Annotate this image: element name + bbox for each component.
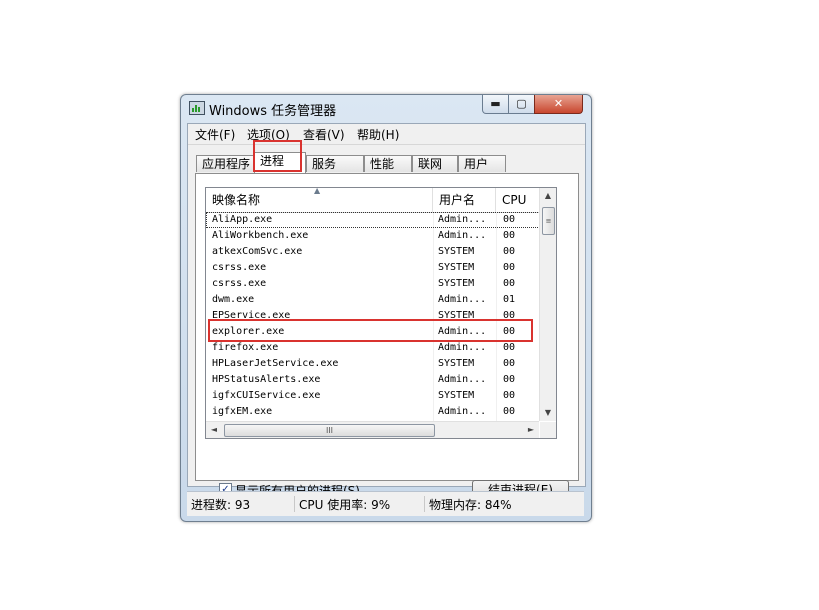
table-row[interactable]: csrss.exe SYSTEM 00 xyxy=(206,276,540,292)
table-row[interactable]: AliWorkbench.exe Admin... 00 xyxy=(206,228,540,244)
process-name-cell: HPLaserJetService.exe xyxy=(212,358,339,369)
process-cpu-cell: 00 xyxy=(503,230,516,241)
table-row[interactable]: atkexComSvc.exe SYSTEM 00 xyxy=(206,244,540,260)
menu-view[interactable]: 查看(V) xyxy=(303,126,345,143)
process-list[interactable]: ▲ 映像名称 用户名 CPU AliApp.exe Admin... 00 AliWo… xyxy=(205,187,557,439)
table-row[interactable]: HPLaserJetService.exe SYSTEM 00 xyxy=(206,356,540,372)
column-cpu[interactable]: CPU xyxy=(496,188,540,212)
process-cpu-cell: 00 xyxy=(503,310,516,321)
status-cpu-usage: CPU 使用率: 9% xyxy=(294,496,390,512)
maximize-button[interactable]: ▢ xyxy=(508,95,535,114)
process-cpu-cell: 00 xyxy=(503,358,516,369)
process-name-cell: csrss.exe xyxy=(212,278,267,289)
table-row[interactable]: HPStatusAlerts.exe Admin... 00 xyxy=(206,372,540,388)
table-row[interactable]: firefox.exe Admin... 00 xyxy=(206,340,540,356)
table-row[interactable]: dwm.exe Admin... 01 xyxy=(206,292,540,308)
tab-services[interactable]: 服务 xyxy=(306,155,364,172)
table-row[interactable]: csrss.exe SYSTEM 00 xyxy=(206,260,540,276)
tab-strip: 应用程序 进程 服务 性能 联网 用户 xyxy=(196,152,585,174)
close-button[interactable]: ✕ xyxy=(534,95,583,114)
process-cpu-cell: 00 xyxy=(503,374,516,385)
status-memory-usage: 物理内存: 84% xyxy=(424,496,512,512)
scroll-down-icon[interactable]: ▼ xyxy=(540,405,556,421)
process-user-cell: Admin... xyxy=(438,294,487,305)
task-manager-icon xyxy=(189,101,205,115)
process-user-cell: Admin... xyxy=(438,214,487,225)
scroll-up-icon[interactable]: ▲ xyxy=(540,188,556,204)
process-name-cell: csrss.exe xyxy=(212,262,267,273)
process-name-cell: HPStatusAlerts.exe xyxy=(212,374,321,385)
vertical-scrollbar[interactable]: ▲ ≡ ▼ xyxy=(539,188,556,421)
table-row[interactable]: igfxCUIService.exe SYSTEM 00 xyxy=(206,388,540,404)
menu-help[interactable]: 帮助(H) xyxy=(357,126,399,143)
table-row[interactable]: explorer.exe Admin... 00 xyxy=(206,324,540,340)
process-user-cell: SYSTEM xyxy=(438,358,475,369)
column-image-name[interactable]: ▲ 映像名称 xyxy=(206,188,433,212)
process-name-cell: igfxCUIService.exe xyxy=(212,390,321,401)
process-user-cell: SYSTEM xyxy=(438,390,475,401)
process-name-cell: igfxEM.exe xyxy=(212,406,273,417)
window-title: Windows 任务管理器 xyxy=(209,104,337,119)
horizontal-scrollbar[interactable]: ◄ III ► xyxy=(206,421,539,438)
scroll-left-icon[interactable]: ◄ xyxy=(206,422,222,438)
process-cpu-cell: 00 xyxy=(503,390,516,401)
process-cpu-cell: 00 xyxy=(503,262,516,273)
scroll-corner xyxy=(540,422,556,438)
tab-performance[interactable]: 性能 xyxy=(364,155,412,172)
vertical-scroll-thumb[interactable]: ≡ xyxy=(542,207,555,235)
scroll-right-icon[interactable]: ► xyxy=(523,422,539,438)
window-body: 文件(F) 选项(O) 查看(V) 帮助(H) 应用程序 进程 服务 性能 联网… xyxy=(187,123,586,501)
process-name-cell: AliWorkbench.exe xyxy=(212,230,309,241)
title-bar[interactable]: Windows 任务管理器 ▬ ▢ ✕ xyxy=(181,95,591,121)
process-cpu-cell: 00 xyxy=(503,246,516,257)
process-cpu-cell: 01 xyxy=(503,294,516,305)
process-name-cell: atkexComSvc.exe xyxy=(212,246,303,257)
tab-applications[interactable]: 应用程序 xyxy=(196,155,254,172)
process-user-cell: SYSTEM xyxy=(438,310,475,321)
table-row[interactable]: EPService.exe SYSTEM 00 xyxy=(206,308,540,324)
process-user-cell: Admin... xyxy=(438,230,487,241)
tab-users[interactable]: 用户 xyxy=(458,155,506,172)
menu-options[interactable]: 选项(O) xyxy=(247,126,290,143)
process-user-cell: Admin... xyxy=(438,326,487,337)
process-user-cell: Admin... xyxy=(438,342,487,353)
process-user-cell: Admin... xyxy=(438,374,487,385)
process-user-cell: Admin... xyxy=(438,406,487,417)
tab-networking[interactable]: 联网 xyxy=(412,155,458,172)
process-user-cell: SYSTEM xyxy=(438,278,475,289)
sort-ascending-icon: ▲ xyxy=(314,187,321,195)
process-name-cell: dwm.exe xyxy=(212,294,255,305)
list-header: ▲ 映像名称 用户名 CPU xyxy=(206,188,540,213)
process-cpu-cell: 00 xyxy=(503,214,516,225)
menu-file[interactable]: 文件(F) xyxy=(195,126,235,143)
tab-processes[interactable]: 进程 xyxy=(254,152,306,173)
status-bar: 进程数: 93 CPU 使用率: 9% 物理内存: 84% xyxy=(187,491,584,516)
minimize-button[interactable]: ▬ xyxy=(482,95,509,114)
column-user-name[interactable]: 用户名 xyxy=(433,188,496,212)
process-cpu-cell: 00 xyxy=(503,326,516,337)
process-cpu-cell: 00 xyxy=(503,406,516,417)
status-process-count: 进程数: 93 xyxy=(191,498,251,512)
horizontal-scroll-thumb[interactable]: III xyxy=(224,424,435,437)
process-user-cell: SYSTEM xyxy=(438,246,475,257)
process-name-cell: EPService.exe xyxy=(212,310,291,321)
process-name-cell: firefox.exe xyxy=(212,342,279,353)
process-user-cell: SYSTEM xyxy=(438,262,475,273)
process-rows: AliApp.exe Admin... 00 AliWorkbench.exe Admi… xyxy=(206,212,540,436)
task-manager-window: Windows 任务管理器 ▬ ▢ ✕ 文件(F) 选项(O) 查看(V) 帮助… xyxy=(180,94,592,522)
table-row[interactable]: igfxEM.exe Admin... 00 xyxy=(206,404,540,420)
process-cpu-cell: 00 xyxy=(503,278,516,289)
process-name-cell: explorer.exe xyxy=(212,326,285,337)
process-cpu-cell: 00 xyxy=(503,342,516,353)
menu-bar: 文件(F) 选项(O) 查看(V) 帮助(H) xyxy=(188,124,585,145)
process-name-cell: AliApp.exe xyxy=(212,214,273,225)
table-row[interactable]: AliApp.exe Admin... 00 xyxy=(206,212,540,228)
